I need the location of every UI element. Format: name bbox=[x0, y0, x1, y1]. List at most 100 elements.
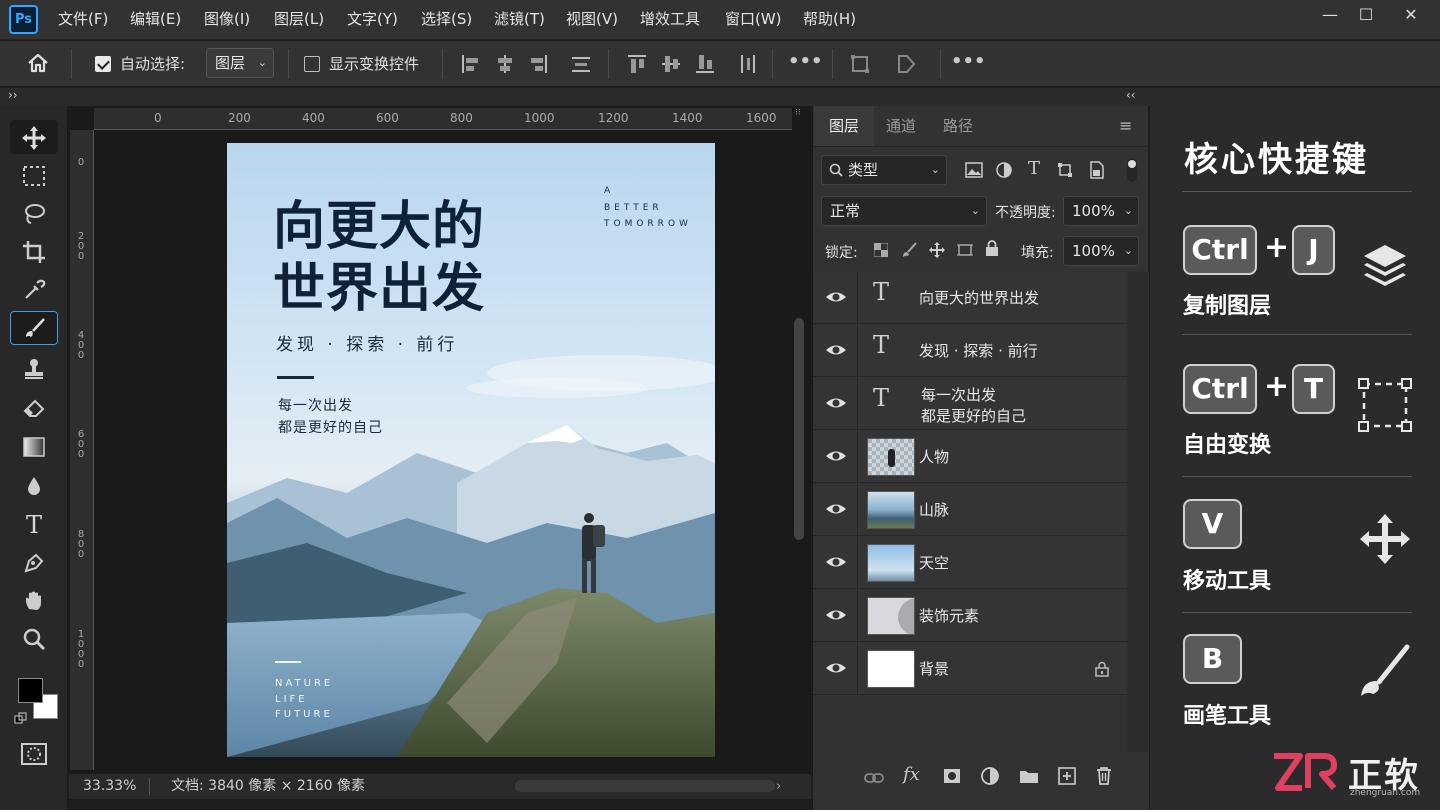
layer-row-person[interactable]: 人物 bbox=[813, 431, 1127, 483]
lock-artboard-icon[interactable] bbox=[956, 242, 974, 258]
distribute-vertical-icon[interactable] bbox=[737, 53, 759, 75]
scroll-right-icon[interactable]: › bbox=[776, 774, 781, 799]
fx-icon[interactable]: fx bbox=[903, 764, 920, 785]
visibility-eye-icon[interactable] bbox=[825, 339, 847, 361]
align-middle-icon[interactable] bbox=[660, 53, 682, 75]
menu-filter[interactable]: 滤镜(T) bbox=[488, 0, 551, 40]
marquee-tool[interactable] bbox=[10, 159, 58, 193]
fill-field[interactable]: 100% ⌄ bbox=[1063, 236, 1139, 266]
lock-pixels-icon[interactable] bbox=[902, 241, 918, 259]
visibility-eye-icon[interactable] bbox=[825, 551, 847, 573]
lock-position-icon[interactable] bbox=[928, 241, 946, 259]
visibility-eye-icon[interactable] bbox=[825, 445, 847, 467]
tab-paths[interactable]: 路径 bbox=[928, 106, 988, 146]
opacity-field[interactable]: 100% ⌄ bbox=[1063, 196, 1139, 226]
blur-tool[interactable] bbox=[10, 469, 58, 503]
menu-layer[interactable]: 图层(L) bbox=[268, 0, 330, 40]
shortcut-label: 移动工具 bbox=[1183, 569, 1272, 594]
tab-layers[interactable]: 图层 bbox=[814, 106, 875, 146]
visibility-eye-icon[interactable] bbox=[825, 498, 847, 520]
delete-layer-icon[interactable] bbox=[1096, 766, 1112, 785]
filter-shape-icon[interactable] bbox=[1057, 162, 1073, 178]
close-button[interactable]: ✕ bbox=[1389, 0, 1433, 32]
layer-row-sky[interactable]: 天空 bbox=[813, 537, 1127, 589]
tab-channels[interactable]: 通道 bbox=[871, 106, 931, 146]
maximize-button[interactable]: ☐ bbox=[1344, 0, 1388, 32]
layer-row-title[interactable]: T 向更大的世界出发 bbox=[813, 272, 1127, 324]
new-layer-icon[interactable] bbox=[1058, 767, 1076, 785]
visibility-eye-icon[interactable] bbox=[825, 286, 847, 308]
visibility-eye-icon[interactable] bbox=[825, 392, 847, 414]
menu-view[interactable]: 视图(V) bbox=[560, 0, 624, 40]
quick-mask-icon[interactable] bbox=[20, 742, 48, 766]
expand-toolbar-icon[interactable]: ›› bbox=[8, 88, 18, 102]
auto-select-checkbox[interactable] bbox=[95, 56, 111, 72]
blend-mode-dropdown[interactable]: 正常 ⌄ bbox=[821, 196, 987, 226]
visibility-eye-icon[interactable] bbox=[825, 604, 847, 626]
transform-3d-icon[interactable] bbox=[849, 53, 871, 75]
brush-tool[interactable] bbox=[10, 311, 58, 345]
menu-select[interactable]: 选择(S) bbox=[415, 0, 478, 40]
foreground-color-swatch[interactable] bbox=[18, 678, 43, 703]
menu-file[interactable]: 文件(F) bbox=[52, 0, 114, 40]
align-right-icon[interactable] bbox=[527, 53, 549, 75]
home-icon[interactable] bbox=[27, 53, 49, 73]
warp-icon[interactable] bbox=[895, 53, 917, 75]
filter-smart-object-icon[interactable] bbox=[1089, 161, 1105, 179]
layer-row-body[interactable]: T 每一次出发 都是更好的自己 bbox=[813, 378, 1127, 430]
chevron-down-icon: ⌄ bbox=[1123, 204, 1133, 217]
new-group-icon[interactable] bbox=[1019, 768, 1039, 784]
layer-row-background[interactable]: 背景 bbox=[813, 643, 1127, 695]
more-options-icon-2[interactable]: ••• bbox=[951, 51, 986, 72]
eraser-tool[interactable] bbox=[10, 391, 58, 425]
visibility-eye-icon[interactable] bbox=[825, 657, 847, 679]
align-center-icon[interactable] bbox=[494, 53, 516, 75]
lasso-tool[interactable] bbox=[10, 197, 58, 231]
gradient-tool[interactable] bbox=[10, 430, 58, 464]
stamp-tool[interactable] bbox=[10, 352, 58, 386]
eyedropper-tool[interactable] bbox=[10, 273, 58, 307]
vertical-scrollbar[interactable] bbox=[794, 318, 804, 540]
lock-all-icon[interactable] bbox=[985, 240, 999, 257]
pen-tool[interactable] bbox=[10, 546, 58, 580]
collapse-panels-icon[interactable]: ‹‹ bbox=[1126, 88, 1136, 102]
auto-select-dropdown[interactable]: 图层 ⌄ bbox=[206, 48, 274, 78]
align-left-icon[interactable] bbox=[460, 53, 482, 75]
panel-toggle-icon[interactable]: ⁝⁝ bbox=[795, 108, 809, 118]
panel-menu-icon[interactable]: ≡ bbox=[1119, 116, 1132, 135]
show-transform-checkbox[interactable] bbox=[304, 56, 320, 72]
filter-type-icon[interactable]: T bbox=[1028, 158, 1040, 179]
move-tool[interactable] bbox=[10, 120, 58, 154]
default-colors-icon[interactable] bbox=[14, 712, 28, 726]
crop-tool[interactable] bbox=[10, 235, 58, 269]
type-tool[interactable]: T bbox=[10, 508, 58, 542]
layer-filter-dropdown[interactable]: 类型 ⌄ bbox=[821, 155, 947, 185]
zoom-tool[interactable] bbox=[10, 622, 58, 656]
menu-help[interactable]: 帮助(H) bbox=[797, 0, 862, 40]
menu-window[interactable]: 窗口(W) bbox=[719, 0, 788, 40]
menu-plugins[interactable]: 增效工具 bbox=[634, 0, 706, 40]
menu-type[interactable]: 文字(Y) bbox=[341, 0, 404, 40]
adjustment-layer-icon[interactable] bbox=[981, 767, 999, 785]
distribute-horizontal-icon[interactable] bbox=[570, 53, 592, 75]
more-options-icon[interactable]: ••• bbox=[788, 51, 823, 72]
filter-toggle[interactable] bbox=[1127, 158, 1137, 182]
link-layers-icon[interactable] bbox=[864, 772, 884, 784]
photoshop-logo[interactable]: Ps bbox=[9, 5, 38, 34]
layer-row-subtitle[interactable]: T 发现 · 探索 · 前行 bbox=[813, 325, 1127, 377]
menu-image[interactable]: 图像(I) bbox=[198, 0, 256, 40]
layers-scrollbar-track[interactable] bbox=[1127, 272, 1149, 752]
align-bottom-icon[interactable] bbox=[694, 53, 716, 75]
align-top-icon[interactable] bbox=[626, 53, 648, 75]
zoom-level[interactable]: 33.33% bbox=[83, 774, 136, 799]
layer-row-decor[interactable]: 装饰元素 bbox=[813, 590, 1127, 642]
horizontal-scrollbar[interactable] bbox=[515, 780, 775, 792]
menu-edit[interactable]: 编辑(E) bbox=[124, 0, 187, 40]
hand-tool[interactable] bbox=[10, 584, 58, 618]
add-mask-icon[interactable] bbox=[943, 768, 961, 784]
poster-artboard[interactable]: 向更大的 世界出发 发现 · 探索 · 前行 每一次出发 都是更好的自己 A B… bbox=[227, 143, 715, 757]
lock-transparent-icon[interactable] bbox=[874, 243, 888, 257]
layer-row-mountains[interactable]: 山脉 bbox=[813, 484, 1127, 536]
filter-image-icon[interactable] bbox=[965, 162, 983, 178]
filter-adjustment-icon[interactable] bbox=[996, 162, 1012, 178]
